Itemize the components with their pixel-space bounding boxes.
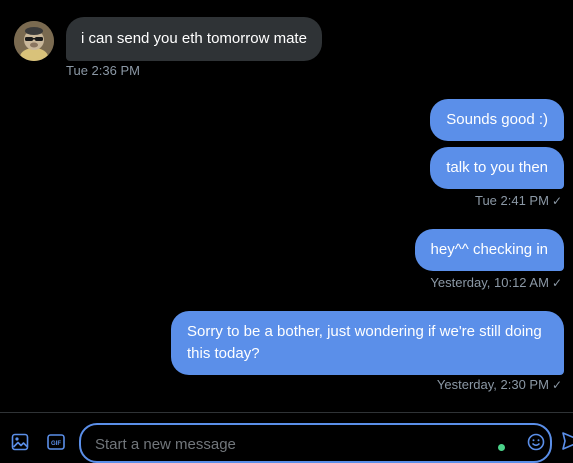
message-input[interactable]	[93, 432, 477, 456]
message-text: Sounds good :)	[446, 111, 548, 128]
message-bubble-outgoing[interactable]: talk to you then	[430, 147, 564, 189]
avatar[interactable]	[14, 21, 54, 61]
message-input-box[interactable]	[79, 423, 552, 463]
svg-text:GIF: GIF	[51, 441, 61, 447]
message-text: Sorry to be a bother, just wondering if …	[187, 323, 542, 362]
message-bubble-outgoing[interactable]: Sorry to be a bother, just wondering if …	[171, 311, 564, 375]
timestamp-text: Tue 2:41 PM	[474, 193, 549, 208]
message-bubble-outgoing[interactable]: hey^^ checking in	[414, 229, 564, 271]
avatar-image	[14, 21, 54, 61]
message-composer: GIF	[0, 412, 573, 463]
timestamp-text: Yesterday, 2:30 PM	[436, 377, 549, 392]
message-text: talk to you then	[446, 159, 548, 176]
message-bubble-incoming[interactable]: i can send you eth tomorrow mate	[66, 17, 322, 61]
timestamp-text: Tue 2:36 PM	[66, 63, 140, 78]
timestamp-text: Yesterday, 10:12 AM	[430, 275, 549, 290]
message-timestamp: Tue 2:36 PM	[66, 63, 140, 78]
image-icon[interactable]	[11, 433, 29, 451]
message-timestamp: Yesterday, 2:30 PM ✓	[437, 377, 562, 392]
gif-icon[interactable]: GIF	[47, 433, 65, 451]
message-bubble-outgoing[interactable]: Sounds good :)	[430, 99, 564, 141]
message-timestamp: Yesterday, 10:12 AM ✓	[430, 275, 562, 290]
send-icon[interactable]	[562, 431, 573, 450]
read-check-icon: ✓	[551, 194, 562, 208]
message-text: hey^^ checking in	[430, 241, 548, 258]
message-thread: i can send you eth tomorrow mate Tue 2:3…	[0, 0, 573, 412]
message-text: i can send you eth tomorrow mate	[81, 30, 307, 47]
read-check-icon: ✓	[551, 378, 562, 392]
emoji-icon[interactable]	[527, 433, 545, 451]
read-check-icon: ✓	[551, 276, 562, 290]
status-indicator-dot	[498, 444, 505, 451]
message-timestamp: Tue 2:41 PM ✓	[475, 193, 562, 208]
